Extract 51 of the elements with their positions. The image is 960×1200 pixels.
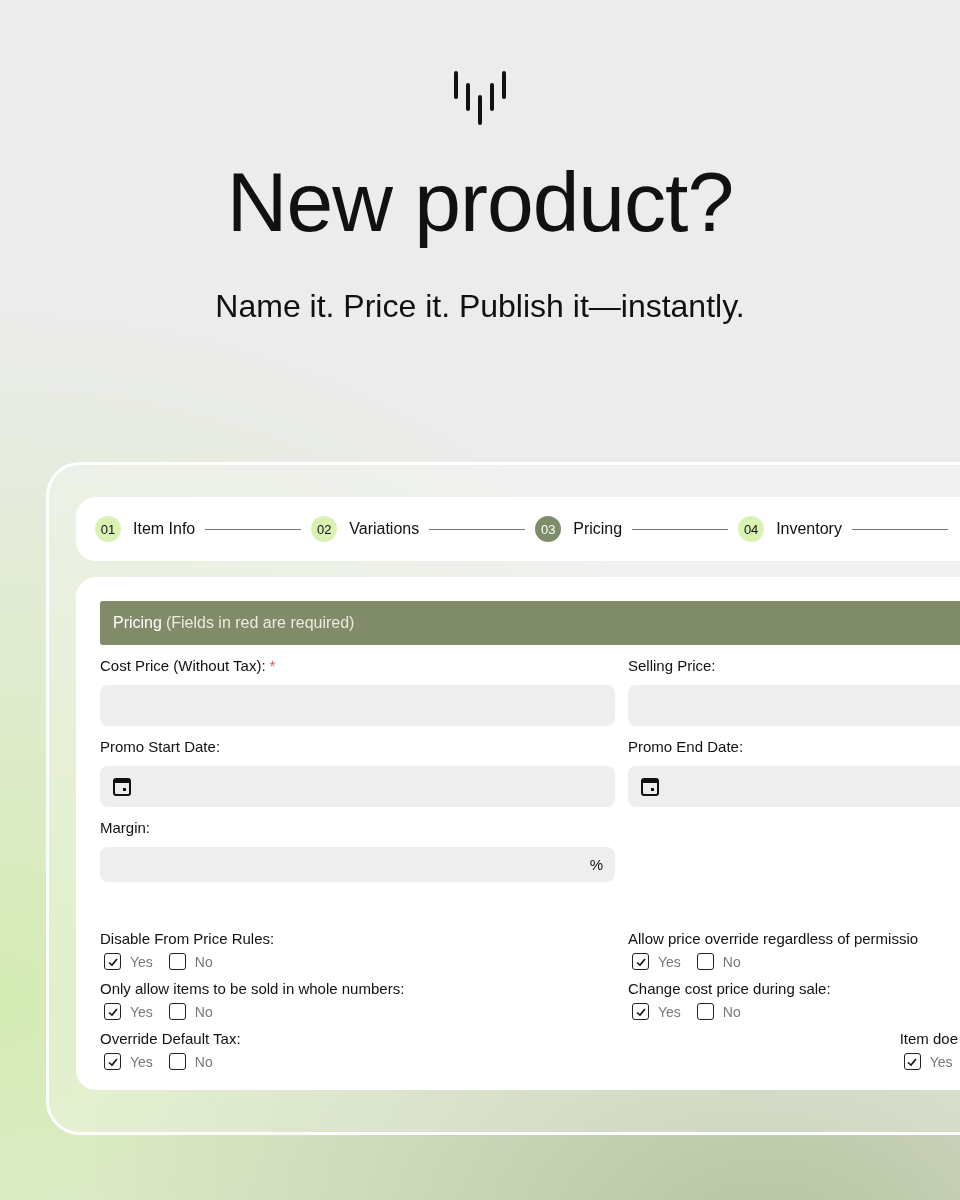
checkbox-label: No [194,1053,213,1070]
checkbox-label: No [194,953,213,970]
step-tab[interactable]: Inventory [776,520,842,538]
option-label: Change cost price during sale: [628,980,831,997]
step-number: 03 [535,516,562,542]
checkbox[interactable] [168,1003,186,1020]
checkbox-label: Yes [130,1053,153,1070]
checkbox[interactable] [104,1003,121,1020]
subheadline: Name it. Price it. Publish it—instantly. [215,290,745,322]
option-label: Allow price override regardless of permissio [628,930,919,947]
checkbox-label: No [722,953,741,970]
checkbox[interactable] [168,1053,186,1070]
checkbox-label: Yes [929,1053,953,1070]
required-mark: * [269,657,276,675]
input-field[interactable]: % [100,847,615,882]
checkbox-label: Yes [130,1003,153,1020]
checkbox-label: No [722,1003,741,1020]
field-label: Promo End Date: [628,738,744,756]
percent-suffix: % [589,856,603,873]
checkbox[interactable] [696,953,714,970]
section-title: Pricing [113,614,162,632]
section-note: (Fields in red are required) [165,614,355,632]
calendar-icon [112,776,132,797]
checkbox-label: No [194,1003,213,1020]
field-label: Promo Start Date: [100,738,221,756]
checkbox[interactable] [168,953,186,970]
option-label: Only allow items to be sold in whole numbers: [100,980,406,997]
input-field[interactable] [100,766,615,807]
step-number: 01 [95,516,121,542]
checkbox[interactable] [104,1053,121,1070]
option-label: Disable From Price Rules: [100,930,276,947]
option-label: Override Default Tax: [100,1030,242,1047]
checkbox[interactable] [632,1003,649,1020]
step-tab[interactable]: Item Info [133,520,196,538]
step-number: 04 [738,516,765,542]
checkbox-label: Yes [658,1003,681,1020]
checkbox[interactable] [632,953,649,970]
checkbox[interactable] [104,953,121,970]
step-tab[interactable]: Variations [349,520,420,538]
field-label: Cost Price (Without Tax): [100,657,266,675]
step-tab[interactable]: Pricing [573,520,623,538]
field-label: Margin: [100,819,151,837]
checkbox[interactable] [903,1053,921,1070]
option-label: Item doe [899,1030,958,1047]
logo-icon [452,70,508,126]
field-label: Selling Price: [628,657,716,675]
checkbox-label: Yes [130,953,153,970]
calendar-icon [640,776,660,797]
step-number: 02 [311,516,338,542]
checkbox-label: Yes [658,953,681,970]
checkbox[interactable] [696,1003,714,1020]
